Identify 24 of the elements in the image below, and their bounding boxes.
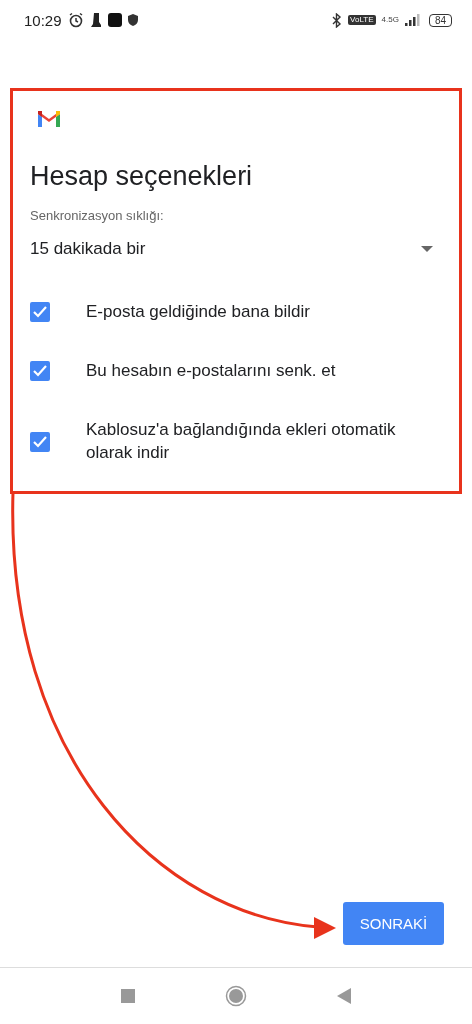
square-icon bbox=[107, 13, 122, 27]
mail-logo-icon bbox=[36, 109, 62, 129]
checkbox[interactable] bbox=[30, 431, 50, 452]
checkbox[interactable] bbox=[30, 302, 50, 323]
back-icon[interactable] bbox=[337, 988, 351, 1004]
battery-level: 84 bbox=[428, 13, 452, 27]
option-label: Bu hesabın e-postalarını senk. et bbox=[86, 359, 336, 382]
option-label: E-posta geldiğinde bana bildir bbox=[86, 301, 310, 323]
boot-icon bbox=[89, 12, 102, 28]
sync-dropdown[interactable]: 15 dakikada bir bbox=[30, 239, 439, 259]
sync-label: Senkronizasyon sıklığı: bbox=[30, 208, 165, 223]
bluetooth-icon bbox=[332, 12, 343, 28]
clock-time: 10:29 bbox=[24, 11, 62, 29]
volte-badge: VoLTE bbox=[348, 15, 376, 25]
option-label: Kablosuz'a bağlandığında ekleri otomatik olarak indir bbox=[86, 418, 397, 464]
next-button[interactable]: SONRAKİ bbox=[343, 902, 444, 945]
dropdown-caret-icon bbox=[421, 246, 433, 252]
signal-icon bbox=[404, 14, 423, 26]
network-type: 4.5G bbox=[381, 16, 399, 24]
home-icon[interactable] bbox=[225, 985, 247, 1007]
page-title: Hesap seçenekleri bbox=[30, 161, 254, 192]
shield-icon bbox=[127, 14, 138, 26]
checkbox[interactable] bbox=[30, 361, 50, 382]
alarm-icon bbox=[67, 12, 84, 28]
